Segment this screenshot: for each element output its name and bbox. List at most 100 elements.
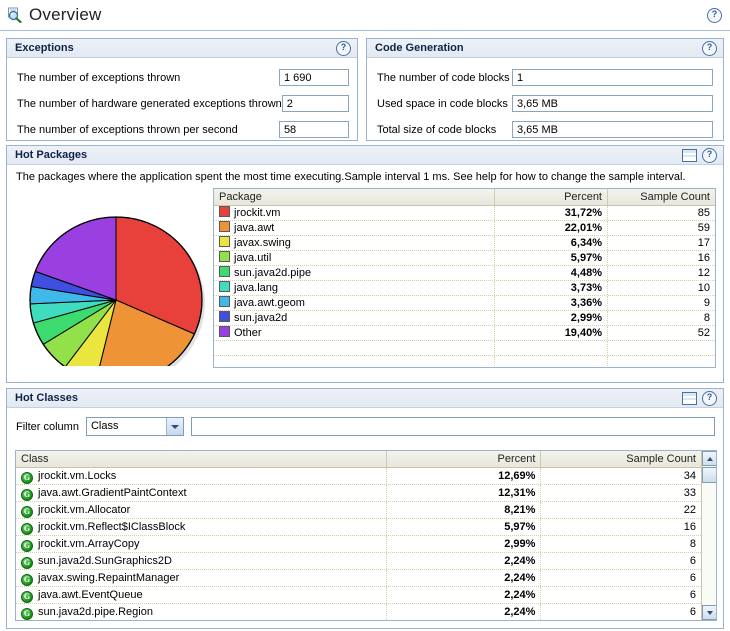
cell-percent: 31,72% <box>495 206 608 220</box>
help-icon[interactable]: ? <box>702 40 717 56</box>
cell-sample-count: 16 <box>697 252 710 264</box>
help-icon[interactable]: ? <box>336 40 351 56</box>
package-name: javax.swing <box>234 237 291 249</box>
hot-classes-table: Class Percent Sample Count Gjrockit.vm.L… <box>15 450 717 621</box>
scrollbar-thumb[interactable] <box>702 467 716 483</box>
table-row-empty <box>214 341 715 356</box>
help-icon[interactable]: ? <box>707 7 722 23</box>
class-icon: G <box>21 472 33 484</box>
column-header-sample-count[interactable]: Sample Count <box>608 189 715 205</box>
exceptions-panel: Exceptions ? The number of exceptions th… <box>6 38 358 141</box>
cell-package: jrockit.vm <box>214 206 495 220</box>
code-generation-panel-body: The number of code blocks 1 Used space i… <box>367 58 723 140</box>
exceptions-panel-body: The number of exceptions thrown 1 690 Th… <box>7 58 357 140</box>
hot-packages-title: Hot Packages <box>15 149 88 161</box>
legend-color-swatch <box>219 251 230 262</box>
exceptions-value-1[interactable]: 2 <box>281 95 349 112</box>
table-row[interactable]: javax.swing 6,34% 17 <box>214 236 715 251</box>
table-row[interactable]: sun.java2d.pipe 4,48% 12 <box>214 266 715 281</box>
package-name: java.lang <box>234 282 279 294</box>
table-row[interactable]: java.util 5,97% 16 <box>214 251 715 266</box>
column-header-sample-count[interactable]: Sample Count <box>541 451 701 467</box>
filter-text-input[interactable] <box>190 417 715 436</box>
class-name: java.awt.EventQueue <box>38 589 143 601</box>
table-row[interactable]: Gsun.java2d.SunGraphics2D 2,24% 6 <box>16 553 701 570</box>
table-view-icon[interactable] <box>682 148 697 162</box>
cell-class: Gjrockit.vm.Reflect$IClassBlock <box>16 519 387 535</box>
code-generation-panel-header: Code Generation ? <box>367 39 723 58</box>
hot-packages-panel: Hot Packages ? The packages where the ap… <box>6 145 724 383</box>
help-icon[interactable]: ? <box>702 147 717 163</box>
table-row[interactable]: Gjrockit.vm.Allocator 8,21% 22 <box>16 502 701 519</box>
table-row[interactable]: Gsun.java2d.pipe.Region 2,24% 6 <box>16 604 701 620</box>
cell-package: sun.java2d <box>214 311 495 325</box>
table-row[interactable]: jrockit.vm 31,72% 85 <box>214 206 715 221</box>
cell-sample-count: 34 <box>683 470 696 482</box>
cell-percent: 19,40% <box>495 326 608 340</box>
column-header-package[interactable]: Package <box>214 189 495 205</box>
class-icon: G <box>21 608 33 620</box>
cell-empty <box>214 356 495 367</box>
column-header-percent[interactable]: Percent <box>387 451 542 467</box>
page-titlebar: Overview ? <box>0 0 730 31</box>
cell-sample-count: 6 <box>689 589 696 601</box>
table-row[interactable]: java.lang 3,73% 10 <box>214 281 715 296</box>
column-header-class[interactable]: Class <box>16 451 387 467</box>
scroll-down-button[interactable] <box>702 605 716 620</box>
cell-sample-count: 52 <box>697 327 710 339</box>
legend-color-swatch <box>219 266 230 277</box>
cell-class: Gjava.awt.GradientPaintContext <box>16 485 387 501</box>
cell-package: Other <box>214 326 495 340</box>
exceptions-value-0[interactable]: 1 690 <box>278 69 349 86</box>
class-name: jrockit.vm.ArrayCopy <box>38 538 140 550</box>
cell-class: Gjrockit.vm.Allocator <box>16 502 387 518</box>
column-header-percent[interactable]: Percent <box>495 189 608 205</box>
filter-column-select[interactable]: Class <box>85 417 184 436</box>
page-title: Overview <box>29 5 102 24</box>
cell-percent: 6,34% <box>495 236 608 250</box>
cell-sample-count: 85 <box>697 207 710 219</box>
exceptions-value-2[interactable]: 58 <box>278 121 349 138</box>
overview-magnifier-icon <box>7 7 23 24</box>
help-icon[interactable]: ? <box>702 390 717 406</box>
cell-percent: 3,36% <box>495 296 608 310</box>
code-generation-value-2[interactable]: 3,65 MB <box>512 121 713 138</box>
table-row[interactable]: Gjavax.swing.RepaintManager 2,24% 6 <box>16 570 701 587</box>
hot-classes-panel-header: Hot Classes ? <box>7 389 723 408</box>
table-row-empty <box>214 356 715 367</box>
table-row[interactable]: java.awt 22,01% 59 <box>214 221 715 236</box>
cell-package: java.awt.geom <box>214 296 495 310</box>
class-name: sun.java2d.SunGraphics2D <box>38 555 172 567</box>
table-row[interactable]: Gjrockit.vm.Locks 12,69% 34 <box>16 468 701 485</box>
cell-percent: 2,24% <box>387 553 542 569</box>
package-name: java.util <box>234 252 272 264</box>
cell-empty <box>495 356 608 367</box>
table-row[interactable]: java.awt.geom 3,36% 9 <box>214 296 715 311</box>
code-generation-label-2: Total size of code blocks <box>377 123 497 136</box>
cell-package: java.lang <box>214 281 495 295</box>
exceptions-label-0: The number of exceptions thrown <box>17 71 181 84</box>
cell-package: sun.java2d.pipe <box>214 266 495 280</box>
table-row[interactable]: Gjava.awt.GradientPaintContext 12,31% 33 <box>16 485 701 502</box>
cell-sample-count: 8 <box>689 538 696 550</box>
cell-sample-count: 8 <box>703 312 710 324</box>
code-generation-value-0[interactable]: 1 <box>512 69 713 86</box>
form-row: Total size of code blocks 3,65 MB <box>377 119 715 140</box>
class-name: jrockit.vm.Allocator <box>38 504 131 516</box>
cell-empty <box>608 356 715 367</box>
table-row[interactable]: sun.java2d 2,99% 8 <box>214 311 715 326</box>
table-row[interactable]: Other 19,40% 52 <box>214 326 715 341</box>
table-row[interactable]: Gjrockit.vm.ArrayCopy 2,99% 8 <box>16 536 701 553</box>
scroll-up-button[interactable] <box>702 451 716 466</box>
table-view-icon[interactable] <box>682 391 697 405</box>
hot-classes-scrollbar[interactable] <box>701 451 716 620</box>
table-row[interactable]: Gjrockit.vm.Reflect$IClassBlock 5,97% 16 <box>16 519 701 536</box>
package-name: sun.java2d <box>234 312 288 324</box>
filter-column-label: Filter column <box>16 420 79 433</box>
code-generation-value-1[interactable]: 3,65 MB <box>512 95 713 112</box>
cell-class: Gsun.java2d.pipe.Region <box>16 604 387 620</box>
legend-color-swatch <box>219 311 230 322</box>
cell-sample-count: 17 <box>697 237 710 249</box>
hot-packages-rows: jrockit.vm 31,72% 85 java.awt 22,01% 59 javax.… <box>214 206 715 367</box>
table-row[interactable]: Gjava.awt.EventQueue 2,24% 6 <box>16 587 701 604</box>
